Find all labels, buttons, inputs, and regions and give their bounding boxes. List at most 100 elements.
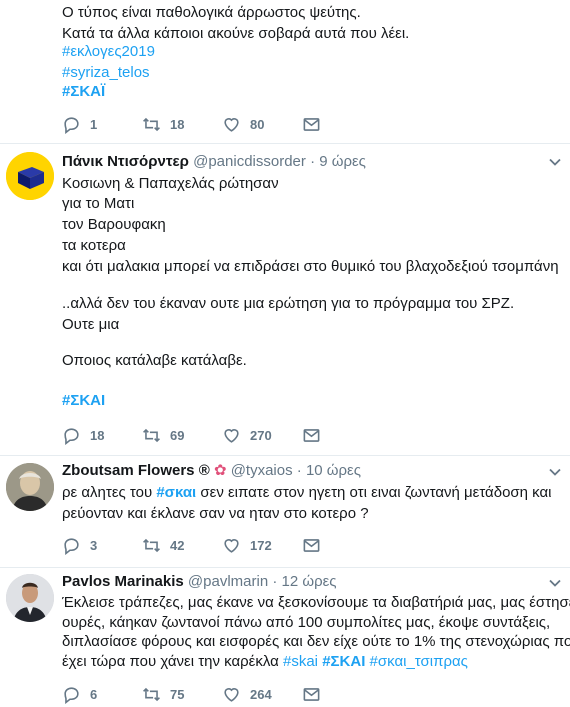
user-name[interactable]: Pavlos Marinakis (62, 573, 184, 590)
tweet-text-line: Ουτε μια (62, 316, 120, 333)
direct-message-button[interactable] (302, 535, 321, 555)
like-button[interactable]: 270 (222, 425, 272, 445)
tweet-text: σεν ειπατε στον ηγετη οτι ειναι ζωντανή … (196, 484, 552, 501)
reply-count: 1 (90, 116, 98, 132)
tweet-time[interactable]: · 12 ώρες (272, 573, 336, 590)
portrait-photo-icon (6, 463, 54, 511)
portrait-photo-icon (6, 574, 54, 622)
tweet-text-line: Ο τύπος είναι παθολογικά άρρωστος ψεύτης… (62, 4, 361, 21)
envelope-icon (303, 428, 320, 442)
reply-icon (64, 537, 79, 555)
tweet-text-line: έχει τώρα που χάνει την καρέκλα #skai #Σ… (62, 652, 468, 672)
tweet-text-line: τον Βαρουφακη (62, 216, 166, 233)
like-count: 172 (250, 537, 272, 553)
tweet-header: Zboutsam Flowers ® ✿ @tyxaios · 10 ώρες (62, 461, 361, 481)
chevron-down-icon[interactable] (548, 576, 562, 590)
retweet-count: 42 (170, 537, 185, 553)
tweet-text-line: Κοσιωνη & Παπαχελάς ρώτησαν (62, 175, 279, 192)
tweet-feed: Ο τύπος είναι παθολογικά άρρωστος ψεύτης… (0, 0, 570, 707)
tweet-text: έχει τώρα που χάνει την καρέκλα (62, 653, 283, 670)
tweet: Ο τύπος είναι παθολογικά άρρωστος ψεύτης… (0, 0, 570, 144)
tweet-text-line: διπλασίασε φόρους και εισφορές και δεν ε… (62, 633, 570, 650)
user-handle[interactable]: @pavlmarin (188, 573, 268, 590)
like-count: 80 (250, 116, 265, 132)
like-button[interactable]: 264 (222, 684, 272, 704)
envelope-icon (303, 687, 320, 701)
reply-button[interactable]: 1 (62, 114, 97, 134)
like-count: 264 (250, 686, 272, 702)
tweet: Pavlos Marinakis @pavlmarin · 12 ώρες Έκ… (0, 568, 570, 707)
tweet-text-line: Οποιος κατάλαβε κατάλαβε. (62, 352, 247, 369)
retweet-count: 75 (170, 686, 185, 702)
like-button[interactable]: 80 (222, 114, 264, 134)
reply-count: 18 (90, 427, 105, 443)
heart-icon (224, 538, 239, 553)
hashtag-link[interactable]: #ΣΚΑΙ (62, 391, 105, 411)
tweet-actions: 6 75 264 (62, 684, 362, 704)
tweet: Πάνικ Ντισόρντερ @panicdissorder · 9 ώρε… (0, 144, 570, 456)
retweet-button[interactable]: 42 (142, 535, 184, 555)
like-button[interactable]: 172 (222, 535, 272, 555)
avatar[interactable] (6, 463, 54, 511)
retweet-icon (143, 687, 160, 701)
user-handle[interactable]: @panicdissorder (193, 153, 306, 170)
tweet: Zboutsam Flowers ® ✿ @tyxaios · 10 ώρες … (0, 456, 570, 568)
tweet-text-line: Κατά τα άλλα κάποιοι ακούνε σοβαρά αυτά … (62, 25, 410, 42)
hashtag-link[interactable]: #ΣΚΑΪ (62, 82, 105, 102)
tweet-text-line: Έκλεισε τράπεζες, μας έκανε να ξεσκονίσο… (62, 594, 570, 611)
chevron-down-icon[interactable] (548, 465, 562, 479)
hashtag-link[interactable]: #εκλογες2019 (62, 42, 155, 62)
direct-message-button[interactable] (302, 425, 321, 445)
avatar[interactable] (6, 152, 54, 200)
like-count: 270 (250, 427, 272, 443)
retweet-icon (143, 117, 160, 131)
retweet-button[interactable]: 18 (142, 114, 184, 134)
tweet-text-line: και ότι μαλακια μπορεί να επιδράσει στο … (62, 258, 559, 275)
cube-logo-icon (6, 152, 54, 200)
reply-button[interactable]: 18 (62, 425, 104, 445)
hashtag-link[interactable]: #σκαι_τσιπρας (370, 653, 468, 670)
tweet-actions: 18 69 270 (62, 425, 362, 445)
user-handle[interactable]: @tyxaios (231, 462, 293, 479)
hashtag-link[interactable]: #σκαι (156, 484, 196, 501)
tweet-text-line: ρε αλητες του #σκαι σεν ειπατε στον ηγετ… (62, 483, 552, 503)
user-name[interactable]: Zboutsam Flowers (62, 462, 195, 479)
tweet-actions: 3 42 172 (62, 535, 362, 555)
heart-icon (224, 117, 239, 132)
retweet-button[interactable]: 69 (142, 425, 184, 445)
hashtag-link[interactable]: #syriza_telos (62, 63, 150, 83)
avatar[interactable] (6, 574, 54, 622)
retweet-icon (143, 428, 160, 442)
tweet-header: Pavlos Marinakis @pavlmarin · 12 ώρες (62, 572, 337, 592)
tweet-text-line: ..αλλά δεν του έκαναν ουτε μια ερώτηση γ… (62, 295, 515, 312)
envelope-icon (303, 538, 320, 552)
tweet-text-line: ρεύονταν και έκλανε σαν να ηταν στο κοτε… (62, 505, 369, 522)
reply-count: 3 (90, 537, 98, 553)
heart-icon (224, 687, 239, 702)
direct-message-button[interactable] (302, 684, 321, 704)
hashtag-link[interactable]: #skai (283, 653, 318, 670)
hashtag-link[interactable]: #ΣΚΑΙ (322, 653, 365, 670)
user-name[interactable]: Πάνικ Ντισόρντερ (62, 153, 189, 170)
envelope-icon (303, 117, 320, 131)
tweet-text-line: ουρές, κάηκαν ζωντανοί πάνω από 100 συμπ… (62, 614, 551, 631)
tweet-text-line: για το Ματι (62, 195, 135, 212)
retweet-count: 69 (170, 427, 185, 443)
reply-button[interactable]: 3 (62, 535, 97, 555)
registered-badge: ® (198, 462, 210, 479)
tweet-text-line: τα κοτερα (62, 237, 126, 254)
heart-icon (224, 428, 239, 443)
retweet-icon (143, 538, 160, 552)
reply-icon (64, 427, 79, 445)
retweet-count: 18 (170, 116, 185, 132)
tweet-text: ρε αλητες του (62, 484, 157, 501)
tweet-time[interactable]: · 9 ώρες (310, 153, 366, 170)
retweet-button[interactable]: 75 (142, 684, 184, 704)
tweet-time[interactable]: · 10 ώρες (297, 462, 361, 479)
chevron-down-icon[interactable] (548, 155, 562, 169)
reply-icon (64, 116, 79, 134)
flower-icon: ✿ (213, 462, 227, 479)
tweet-actions: 1 18 80 (62, 114, 362, 134)
reply-button[interactable]: 6 (62, 684, 97, 704)
direct-message-button[interactable] (302, 114, 321, 134)
